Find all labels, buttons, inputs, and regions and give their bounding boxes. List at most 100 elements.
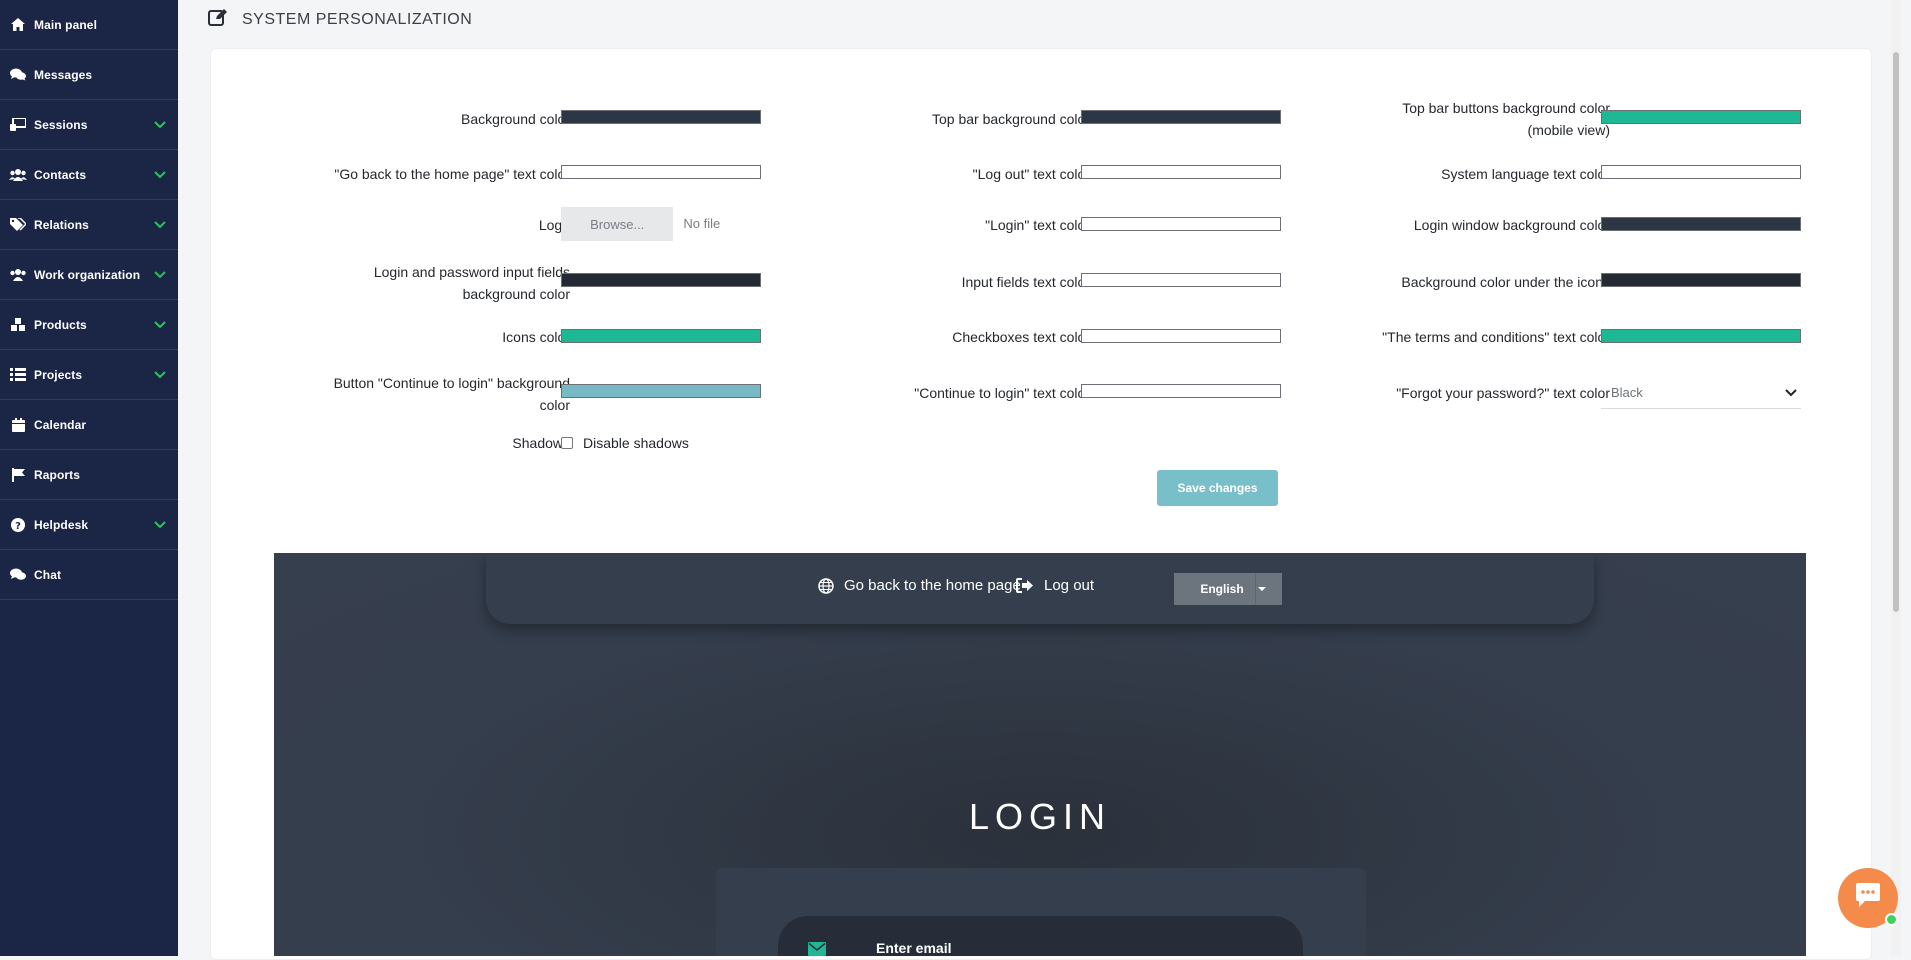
background-color-picker[interactable] <box>561 110 761 124</box>
system-language-text-color-picker[interactable] <box>1601 165 1801 179</box>
sidebar-item-label: Chat <box>34 567 62 582</box>
forgot-password-color-select[interactable]: Black <box>1601 377 1801 409</box>
sidebar-item-sessions[interactable]: Sessions <box>0 100 178 150</box>
login-text-color-picker[interactable] <box>1081 217 1281 231</box>
sidebar-item-label: Work organization <box>34 267 141 282</box>
chevron-down-icon[interactable] <box>152 317 168 333</box>
field-label-continue-button-background: Button "Continue to login" background co… <box>333 375 570 413</box>
field-label-input-fields-background-color: Login and password input fields backgrou… <box>373 264 570 302</box>
chevron-down-icon[interactable] <box>152 367 168 383</box>
chat-bubbles-icon <box>8 65 28 85</box>
field-label-top-bar-buttons-background-color: Top bar buttons background color (mobile… <box>1402 100 1610 138</box>
file-status: No file selected. <box>683 216 721 231</box>
field-label-background-under-icons: Background color under the icons <box>1401 274 1610 290</box>
sidebar-item-raports[interactable]: Raports <box>0 450 178 500</box>
edit-icon <box>208 8 228 31</box>
sidebar-item-work-organization[interactable]: Work organization <box>0 250 178 300</box>
sidebar-item-label: Contacts <box>34 167 87 182</box>
chat-widget-button[interactable] <box>1838 868 1898 928</box>
sidebar-item-products[interactable]: Products <box>0 300 178 350</box>
field-label-input-fields-text-color: Input fields text color <box>961 274 1090 290</box>
log-out-label: Log out <box>1044 577 1095 594</box>
continue-button-background-color-picker[interactable] <box>561 384 761 398</box>
background-under-icons-color-picker[interactable] <box>1601 273 1801 287</box>
field-label-top-bar-background-color: Top bar background color <box>932 111 1090 127</box>
sidebar-item-label: Calendar <box>34 417 87 432</box>
email-placeholder: Enter email <box>876 940 952 956</box>
select-value: Black <box>1611 385 1643 400</box>
sidebar-item-helpdesk[interactable]: ? Helpdesk <box>0 500 178 550</box>
input-fields-text-color-picker[interactable] <box>1081 273 1281 287</box>
chevron-down-icon[interactable] <box>152 117 168 133</box>
sidebar-item-label: Relations <box>34 217 89 232</box>
browse-button[interactable]: Browse... <box>561 207 674 241</box>
chevron-down-icon[interactable] <box>152 217 168 233</box>
field-label-forgot-password-text-color: "Forgot your password?" text color <box>1396 385 1610 401</box>
sidebar-item-relations[interactable]: Relations <box>0 200 178 250</box>
field-label-go-back-text-color: "Go back to the home page" text color <box>334 166 570 182</box>
go-back-home-link[interactable]: Go back to the home page <box>818 577 1021 594</box>
scrollbar[interactable] <box>1891 0 1901 956</box>
sessions-icon <box>8 115 28 135</box>
login-window-background-color-picker[interactable] <box>1601 217 1801 231</box>
field-label-system-language-text-color: System language text color <box>1441 166 1610 182</box>
tags-icon <box>8 215 28 235</box>
login-title: LOGIN <box>968 796 1112 837</box>
go-back-home-label: Go back to the home page <box>844 577 1021 594</box>
go-back-text-color-picker[interactable] <box>561 165 761 179</box>
log-out-link[interactable]: Log out <box>1016 577 1094 594</box>
dropdown-divider <box>1255 573 1256 605</box>
chat-icon <box>1853 882 1883 914</box>
scrollbar-thumb[interactable] <box>1893 52 1899 612</box>
chevron-down-icon[interactable] <box>152 267 168 283</box>
email-input[interactable]: Enter email <box>778 916 1303 956</box>
field-label-background-color: Background color <box>461 111 570 127</box>
top-bar-buttons-background-color-picker[interactable] <box>1601 110 1801 124</box>
sidebar-item-messages[interactable]: Messages <box>0 50 178 100</box>
chevron-down-icon[interactable] <box>152 517 168 533</box>
sidebar-item-label: Messages <box>34 67 93 82</box>
sidebar-item-label: Projects <box>34 367 83 382</box>
top-bar-background-color-picker[interactable] <box>1081 110 1281 124</box>
envelope-icon <box>808 942 826 956</box>
tasks-icon <box>8 365 28 385</box>
sidebar-item-calendar[interactable]: Calendar <box>0 400 178 450</box>
sidebar-item-label: Sessions <box>34 117 88 132</box>
main-content: SYSTEM PERSONALIZATION Background color … <box>178 0 1901 960</box>
caret-down-icon <box>1258 587 1266 591</box>
question-icon: ? <box>8 515 28 535</box>
checkboxes-text-color-picker[interactable] <box>1081 329 1281 343</box>
save-changes-button[interactable]: Save changes <box>1157 470 1278 506</box>
sidebar-item-main-panel[interactable]: Main panel <box>0 0 178 50</box>
field-label-shadows: Shadows <box>512 435 570 451</box>
icons-color-picker[interactable] <box>561 329 761 343</box>
home-icon <box>8 15 28 35</box>
logo-file-input[interactable]: Browse... No file selected. <box>561 207 761 241</box>
chevron-down-icon[interactable] <box>152 167 168 183</box>
disable-shadows-checkbox[interactable] <box>561 437 573 449</box>
sidebar: Main panel Messages Sessions Contacts Re… <box>0 0 178 956</box>
field-label-logo: Logo <box>538 217 570 233</box>
sidebar-item-projects[interactable]: Projects <box>0 350 178 400</box>
online-status-dot <box>1885 913 1898 926</box>
sidebar-item-label: Main panel <box>34 17 98 32</box>
log-out-text-color-picker[interactable] <box>1081 165 1281 179</box>
globe-icon <box>818 577 834 594</box>
users-icon <box>8 165 28 185</box>
field-label-log-out-text-color: "Log out" text color <box>972 166 1090 182</box>
flag-icon <box>8 465 28 485</box>
language-dropdown[interactable]: English <box>1174 573 1282 605</box>
sidebar-item-label: Raports <box>34 467 81 482</box>
terms-text-color-picker[interactable] <box>1601 329 1801 343</box>
input-fields-background-color-picker[interactable] <box>561 273 761 287</box>
disable-shadows-option[interactable]: Disable shadows <box>561 432 689 454</box>
sidebar-item-contacts[interactable]: Contacts <box>0 150 178 200</box>
sidebar-item-chat[interactable]: Chat <box>0 550 178 600</box>
continue-text-color-picker[interactable] <box>1081 384 1281 398</box>
chevron-down-icon <box>1785 389 1797 397</box>
field-label-icons-color: Icons color <box>502 329 570 345</box>
sidebar-item-label: Helpdesk <box>34 517 89 532</box>
sign-out-icon <box>1016 578 1034 593</box>
svg-text:?: ? <box>15 521 21 532</box>
page-title: SYSTEM PERSONALIZATION <box>242 10 473 28</box>
